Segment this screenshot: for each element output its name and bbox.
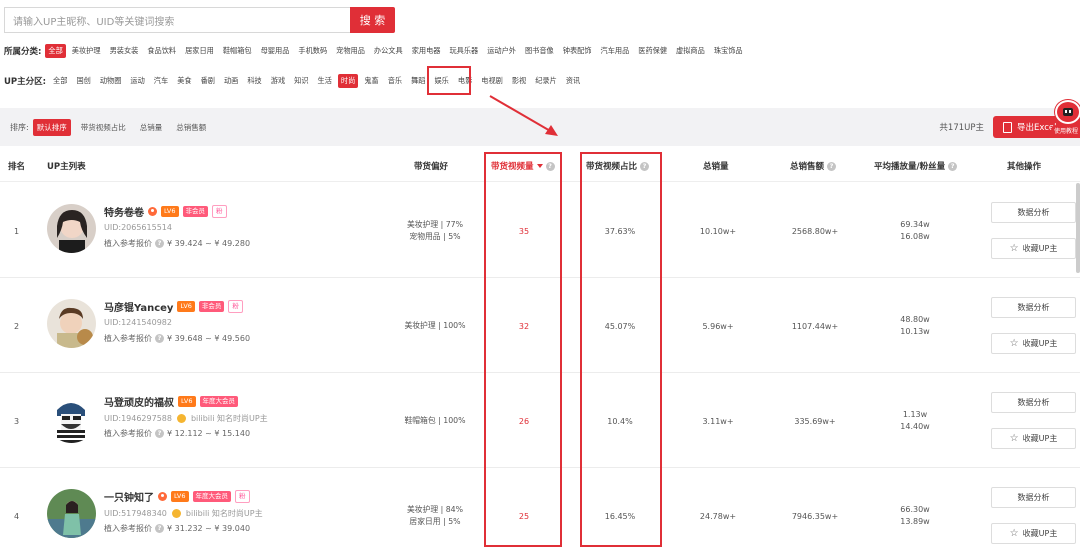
annotation-arrow-icon xyxy=(489,95,558,136)
page: 请输入UP主昵称、UID等关键词搜索 搜 索 所属分类: 全部 美妆护理 男装女装食… xyxy=(0,0,1080,547)
